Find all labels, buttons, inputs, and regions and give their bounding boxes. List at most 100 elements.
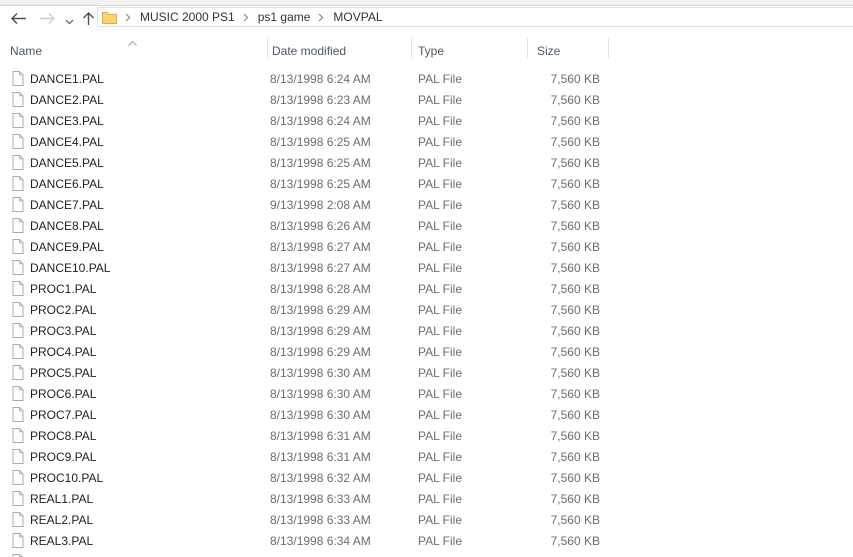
- file-name: REAL2.PAL: [30, 512, 94, 527]
- file-date-modified: 8/13/1998 6:31 AM: [270, 449, 371, 464]
- file-size: 7,560 KB: [550, 155, 600, 170]
- column-header-size[interactable]: Size: [527, 36, 608, 66]
- file-date-modified: 8/13/1998 6:27 AM: [270, 239, 371, 254]
- table-row[interactable]: DANCE4.PAL 8/13/1998 6:25 AM PAL File 7,…: [0, 131, 853, 152]
- file-name-cell: PROC1.PAL: [0, 281, 267, 296]
- table-row[interactable]: PROC8.PAL 8/13/1998 6:31 AM PAL File 7,5…: [0, 425, 853, 446]
- table-row[interactable]: DANCE9.PAL 8/13/1998 6:27 AM PAL File 7,…: [0, 236, 853, 257]
- file-name: DANCE4.PAL: [30, 134, 104, 149]
- table-row[interactable]: PROC3.PAL 8/13/1998 6:29 AM PAL File 7,5…: [0, 320, 853, 341]
- file-name: DANCE1.PAL: [30, 71, 104, 86]
- file-name-cell: DANCE6.PAL: [0, 176, 267, 191]
- file-name: DANCE10.PAL: [30, 260, 111, 275]
- column-divider[interactable]: [267, 38, 268, 58]
- file-date-modified: 8/13/1998 6:25 AM: [270, 155, 371, 170]
- file-date-modified: 8/13/1998 6:33 AM: [270, 491, 371, 506]
- table-row[interactable]: PROC6.PAL 8/13/1998 6:30 AM PAL File 7,5…: [0, 383, 853, 404]
- file-size: 7,560 KB: [550, 386, 600, 401]
- file-size: 7,560 KB: [550, 470, 600, 485]
- file-type: PAL File: [418, 302, 463, 317]
- file-date-modified: 8/13/1998 6:23 AM: [270, 92, 371, 107]
- file-date-modified: 8/13/1998 6:25 AM: [270, 176, 371, 191]
- breadcrumb-segment-2[interactable]: ps1 game: [258, 10, 311, 24]
- file-size: 7,560 KB: [550, 491, 600, 506]
- file-icon: [12, 407, 24, 422]
- file-name-cell: DANCE2.PAL: [0, 92, 267, 107]
- table-row[interactable]: REAL3.PAL 8/13/1998 6:34 AM PAL File 7,5…: [0, 530, 853, 551]
- file-type: PAL File: [418, 323, 463, 338]
- table-row[interactable]: PROC10.PAL 8/13/1998 6:32 AM PAL File 7,…: [0, 467, 853, 488]
- file-type: PAL File: [418, 428, 463, 443]
- table-row[interactable]: PROC9.PAL 8/13/1998 6:31 AM PAL File 7,5…: [0, 446, 853, 467]
- table-row[interactable]: DANCE5.PAL 8/13/1998 6:25 AM PAL File 7,…: [0, 152, 853, 173]
- column-header-type[interactable]: Type: [411, 36, 527, 66]
- file-name-cell: PROC10.PAL: [0, 470, 267, 485]
- column-header-size-label: Size: [537, 44, 561, 58]
- address-bar[interactable]: MUSIC 2000 PS1 ps1 game MOVPAL: [97, 7, 853, 27]
- file-size: 7,560 KB: [550, 260, 600, 275]
- file-date-modified: 8/13/1998 6:29 AM: [270, 302, 371, 317]
- file-date-modified: 8/13/1998 6:30 AM: [270, 386, 371, 401]
- file-name-cell: REAL1.PAL: [0, 491, 267, 506]
- up-arrow-icon: [82, 11, 95, 29]
- breadcrumb-chevron-icon[interactable]: [243, 13, 249, 22]
- back-button[interactable]: [10, 12, 27, 28]
- file-explorer-window: MUSIC 2000 PS1 ps1 game MOVPAL Name Date…: [0, 0, 853, 557]
- breadcrumb-segment-1[interactable]: MUSIC 2000 PS1: [140, 10, 235, 24]
- table-row[interactable]: DANCE1.PAL 8/13/1998 6:24 AM PAL File 7,…: [0, 68, 853, 89]
- table-row[interactable]: PROC7.PAL 8/13/1998 6:30 AM PAL File 7,5…: [0, 404, 853, 425]
- table-row[interactable]: PROC1.PAL 8/13/1998 6:28 AM PAL File 7,5…: [0, 278, 853, 299]
- file-name: PROC7.PAL: [30, 407, 97, 422]
- folder-icon: [102, 11, 117, 24]
- file-type: PAL File: [418, 407, 463, 422]
- file-icon: [12, 71, 24, 86]
- file-name-cell: PROC7.PAL: [0, 407, 267, 422]
- up-button[interactable]: [82, 11, 95, 29]
- table-row[interactable]: PROC2.PAL 8/13/1998 6:29 AM PAL File 7,5…: [0, 299, 853, 320]
- file-date-modified: 8/13/1998 6:26 AM: [270, 218, 371, 233]
- table-row[interactable]: REAL1.PAL 8/13/1998 6:33 AM PAL File 7,5…: [0, 488, 853, 509]
- forward-button[interactable]: [39, 12, 56, 28]
- breadcrumb-chevron-icon[interactable]: [125, 13, 131, 22]
- table-row[interactable]: PROC5.PAL 8/13/1998 6:30 AM PAL File 7,5…: [0, 362, 853, 383]
- file-type: PAL File: [418, 470, 463, 485]
- file-size: 7,560 KB: [550, 302, 600, 317]
- file-date-modified: 8/13/1998 6:30 AM: [270, 407, 371, 422]
- file-name: DANCE9.PAL: [30, 239, 104, 254]
- sort-ascending-icon[interactable]: [127, 36, 138, 50]
- table-row[interactable]: REAL2.PAL 8/13/1998 6:33 AM PAL File 7,5…: [0, 509, 853, 530]
- table-row-partial[interactable]: [0, 551, 853, 557]
- file-name: DANCE7.PAL: [30, 197, 104, 212]
- file-size: 7,560 KB: [550, 218, 600, 233]
- file-type: PAL File: [418, 176, 463, 191]
- file-type: PAL File: [418, 449, 463, 464]
- table-row[interactable]: DANCE2.PAL 8/13/1998 6:23 AM PAL File 7,…: [0, 89, 853, 110]
- table-row[interactable]: DANCE6.PAL 8/13/1998 6:25 AM PAL File 7,…: [0, 173, 853, 194]
- table-row[interactable]: PROC4.PAL 8/13/1998 6:29 AM PAL File 7,5…: [0, 341, 853, 362]
- table-row[interactable]: DANCE7.PAL 9/13/1998 2:08 AM PAL File 7,…: [0, 194, 853, 215]
- file-size: 7,560 KB: [550, 407, 600, 422]
- breadcrumb-chevron-icon[interactable]: [318, 13, 324, 22]
- file-name-cell: DANCE10.PAL: [0, 260, 267, 275]
- file-type: PAL File: [418, 134, 463, 149]
- table-row[interactable]: DANCE8.PAL 8/13/1998 6:26 AM PAL File 7,…: [0, 215, 853, 236]
- forward-arrow-icon: [39, 12, 56, 28]
- column-divider[interactable]: [411, 38, 412, 58]
- column-divider[interactable]: [527, 38, 528, 58]
- file-name: PROC8.PAL: [30, 428, 97, 443]
- table-row[interactable]: DANCE10.PAL 8/13/1998 6:27 AM PAL File 7…: [0, 257, 853, 278]
- file-icon: [12, 386, 24, 401]
- breadcrumb-segment-3[interactable]: MOVPAL: [333, 10, 382, 24]
- file-type: PAL File: [418, 344, 463, 359]
- column-header-date-modified[interactable]: Date modified: [267, 36, 411, 66]
- recent-locations-button[interactable]: [65, 13, 74, 28]
- file-icon: [12, 302, 24, 317]
- file-icon: [12, 365, 24, 380]
- file-name: REAL3.PAL: [30, 533, 94, 548]
- column-header-type-label: Type: [418, 44, 445, 58]
- file-date-modified: 8/13/1998 6:25 AM: [270, 134, 371, 149]
- file-type: PAL File: [418, 512, 463, 527]
- table-row[interactable]: DANCE3.PAL 8/13/1998 6:24 AM PAL File 7,…: [0, 110, 853, 131]
- file-date-modified: 8/13/1998 6:24 AM: [270, 113, 371, 128]
- column-divider[interactable]: [608, 38, 609, 58]
